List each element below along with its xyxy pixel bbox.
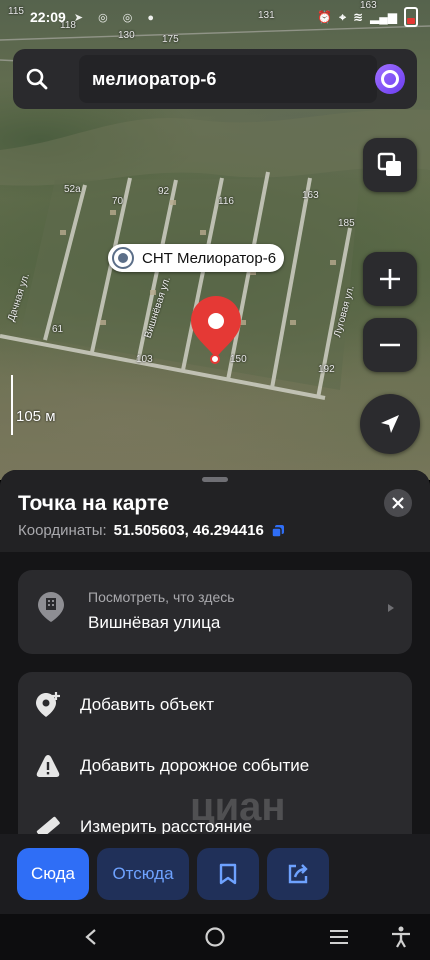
zoom-in-button[interactable]: [363, 252, 417, 306]
road-event-icon: [18, 736, 78, 796]
building-pin-icon: [38, 592, 64, 622]
place-dot-icon: [112, 247, 134, 269]
sheet-header: Точка на карте Координаты: 51.505603, 46…: [0, 470, 430, 552]
share-button[interactable]: [267, 848, 329, 900]
coordinates-row: Координаты: 51.505603, 46.294416: [18, 522, 285, 539]
status-bar: 22:09 ➤ ◎ ◎ ● ⏰ ⌖ ≋ ▂▄▆: [0, 0, 430, 34]
whats-here-card[interactable]: Посмотреть, что здесь Вишнёвая улица: [18, 570, 412, 654]
plot-number: 70: [112, 196, 124, 207]
back-icon: [85, 929, 96, 945]
navigation-arrow-icon: [381, 415, 399, 433]
plot-number: 175: [162, 34, 179, 45]
add-road-event-item[interactable]: Добавить дорожное событие: [18, 736, 412, 796]
plot-number: 92: [158, 186, 170, 197]
home-icon: [205, 927, 225, 947]
wifi-icon: ≋: [352, 10, 364, 24]
back-button[interactable]: [76, 922, 106, 952]
menu-icon: [330, 930, 348, 944]
copy-icon[interactable]: [271, 524, 285, 538]
location-icon: ⌖: [339, 9, 346, 24]
coords-label: Координаты:: [18, 522, 107, 539]
sheet-title: Точка на карте: [18, 492, 169, 515]
plot-number: 163: [302, 190, 319, 201]
system-icons: ⏰ ⌖ ≋ ▂▄▆: [317, 7, 418, 27]
plus-icon: [380, 269, 400, 289]
add-place-icon: [18, 675, 78, 735]
place-label-text: СНТ Мелиоратор-6: [142, 249, 277, 267]
notification-icons: ➤ ◎ ◎ ●: [73, 11, 161, 24]
home-button[interactable]: [200, 922, 230, 952]
plot-number: 52а: [64, 184, 81, 195]
scale-label: 105 м: [16, 408, 56, 425]
whats-here-value: Вишнёвая улица: [88, 613, 221, 632]
plot-number: 116: [218, 196, 234, 207]
search-input[interactable]: мелиоратор-6: [79, 55, 377, 103]
plot-number: 185: [338, 218, 355, 229]
alice-icon[interactable]: [375, 64, 405, 94]
signal-icon: ▂▄▆: [370, 10, 397, 24]
plot-number: 61: [52, 324, 64, 335]
plot-number: 192: [318, 364, 335, 375]
bookmark-button[interactable]: [197, 848, 259, 900]
accessibility-icon: [392, 926, 410, 948]
route-to-button[interactable]: Сюда: [17, 848, 89, 900]
layers-button[interactable]: [363, 138, 417, 192]
close-button[interactable]: [384, 489, 412, 517]
sheet-grabber[interactable]: [202, 477, 228, 482]
recents-button[interactable]: [324, 922, 354, 952]
whats-here-caption: Посмотреть, что здесь: [88, 589, 235, 605]
route-from-button[interactable]: Отсюда: [97, 848, 189, 900]
add-road-event-label: Добавить дорожное событие: [80, 756, 310, 775]
add-object-item[interactable]: Добавить объект: [18, 675, 412, 735]
pin-target-dot: [210, 354, 220, 364]
route-bar: Сюда Отсюда: [0, 834, 430, 914]
map-view[interactable]: 115 118 130 175 131 163 52а 70 92 116 16…: [0, 0, 430, 480]
status-time: 22:09: [30, 9, 66, 25]
my-location-button[interactable]: [360, 394, 420, 454]
close-icon: [392, 497, 404, 509]
bottom-sheet: Точка на карте Координаты: 51.505603, 46…: [0, 470, 430, 960]
search-icon[interactable]: [13, 49, 61, 109]
share-icon: [288, 864, 308, 884]
coords-value[interactable]: 51.505603, 46.294416: [114, 522, 264, 539]
place-label[interactable]: СНТ Мелиоратор-6: [108, 244, 285, 272]
zoom-out-button[interactable]: [363, 318, 417, 372]
minus-icon: [380, 343, 400, 347]
scale-bar: [11, 375, 13, 435]
battery-icon: [404, 7, 418, 27]
layers-icon: [377, 152, 401, 176]
bookmark-icon: [219, 863, 237, 885]
accessibility-button[interactable]: [386, 922, 416, 952]
chevron-right-icon: [388, 604, 394, 612]
search-bar: мелиоратор-6: [13, 49, 417, 109]
system-nav-bar: [0, 914, 430, 960]
alarm-icon: ⏰: [317, 10, 333, 24]
add-object-label: Добавить объект: [80, 695, 214, 714]
plot-number: 103: [136, 354, 153, 365]
